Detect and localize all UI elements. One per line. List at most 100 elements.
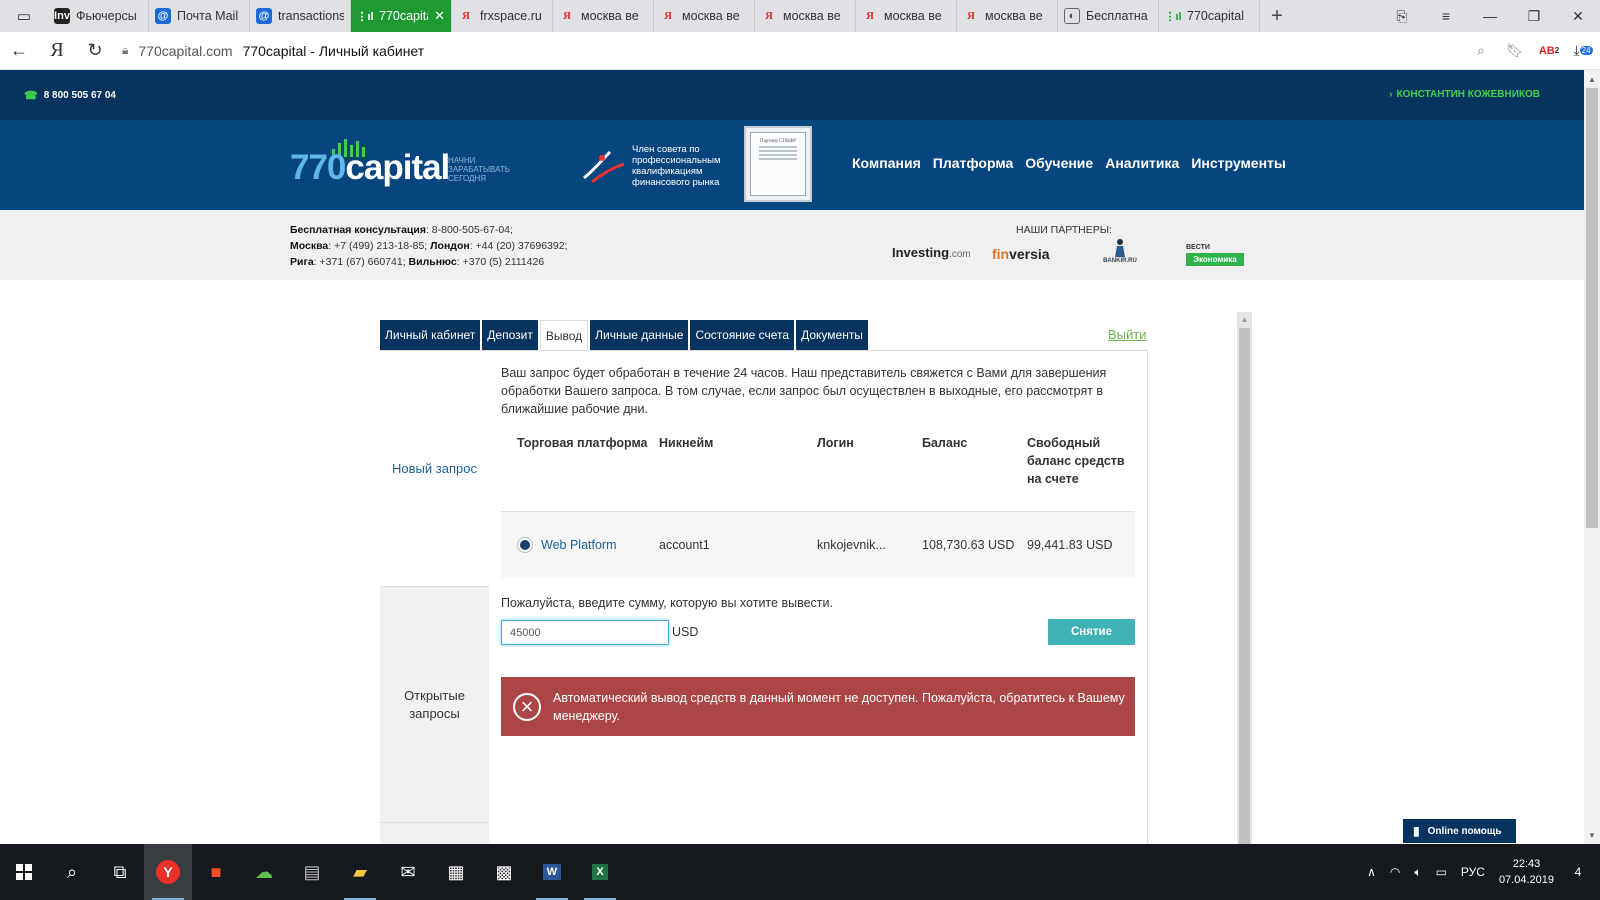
mail-taskbar-icon[interactable]: ✉ <box>384 844 432 900</box>
new-tab-button[interactable]: + <box>1260 0 1294 32</box>
tab-moscow-3[interactable]: Ямосква ве <box>755 0 856 32</box>
volume-icon[interactable]: 🔈︎ <box>1414 865 1421 880</box>
side-open-requests[interactable]: Открытые запросы <box>380 586 489 822</box>
tab-frxspace[interactable]: Яfrxspace.ru <box>452 0 553 32</box>
explorer-taskbar-icon[interactable]: ▰ <box>336 844 384 900</box>
tab-withdraw[interactable]: Вывод <box>539 320 589 351</box>
tab-personal-data[interactable]: Личные данные <box>590 320 689 350</box>
excel-taskbar-icon[interactable]: X <box>576 844 624 900</box>
tabs-menu-icon[interactable]: ▭ <box>0 0 48 32</box>
certificate-image[interactable]: Партнер СПКФР <box>744 126 812 202</box>
tab-moscow-4[interactable]: Ямосква ве <box>856 0 957 32</box>
partner-banki-logo[interactable]: BANKIR.RU <box>1103 238 1137 268</box>
bookmark-manager-icon[interactable]: ⎘ <box>1380 0 1424 32</box>
header-balance: Баланс <box>922 436 968 450</box>
close-tab-icon[interactable]: ✕ <box>434 8 445 24</box>
start-button[interactable] <box>0 844 48 900</box>
back-button[interactable]: ← <box>0 32 38 70</box>
calendar-icon: ▦ <box>447 861 465 882</box>
tab-mail[interactable]: @ Почта Mail <box>149 0 250 32</box>
partner-finversia-logo[interactable]: finversia <box>992 246 1050 262</box>
yandex-favicon: Я <box>866 10 874 22</box>
tab-moscow-2[interactable]: Ямосква ве <box>654 0 755 32</box>
yandex-favicon: Я <box>462 10 470 22</box>
page-scroll-down-icon[interactable]: ▼ <box>1584 828 1600 842</box>
amount-input[interactable] <box>501 620 669 645</box>
restore-button[interactable]: ❐ <box>1512 0 1556 32</box>
account-radio[interactable] <box>517 537 533 553</box>
nav-platform[interactable]: Платформа <box>933 155 1014 171</box>
tab-770capital-active[interactable]: ⋮ıl770capital✕ <box>351 0 452 32</box>
site-logo[interactable]: 770capital <box>290 148 450 188</box>
clock[interactable]: 22:43 07.04.2019 <box>1499 856 1554 888</box>
chevron-up-icon[interactable]: ∧ <box>1367 865 1376 879</box>
tab-moscow-5[interactable]: Ямосква ве <box>957 0 1058 32</box>
online-help-button[interactable]: ▮ Online помощь <box>1403 819 1516 843</box>
london-phone: : +44 (20) 37696392; <box>469 240 568 252</box>
cloud-app-taskbar-icon[interactable]: ☁ <box>240 844 288 900</box>
logo-tagline: НАЧНИ ЗАРАБАТЫВАТЬ СЕГОДНЯ <box>448 156 510 183</box>
reload-button[interactable]: ↻ <box>76 32 114 70</box>
riga-label: Рига <box>290 256 314 268</box>
inner-scrollbar-thumb[interactable] <box>1239 328 1250 844</box>
table-row[interactable]: Web Platform account1 knkojevnik... 108,… <box>501 512 1135 578</box>
stack-app-taskbar-icon[interactable]: ▤ <box>288 844 336 900</box>
word-icon: W <box>542 864 562 880</box>
tab-personal-cabinet[interactable]: Личный кабинет <box>380 320 481 350</box>
store-taskbar-icon[interactable]: ■ <box>192 844 240 900</box>
contacts-line-3: Рига: +371 (67) 660741; Вильнюс: +370 (5… <box>290 254 568 270</box>
downloads-badge: 24 <box>1579 46 1593 55</box>
wifi-icon[interactable]: ◠ <box>1390 865 1400 879</box>
bookmark-icon[interactable]: 🔖︎ <box>1498 42 1532 59</box>
council-logo-icon <box>583 150 625 184</box>
calculator-taskbar-icon[interactable]: ▩ <box>480 844 528 900</box>
task-view-icon[interactable]: ⧉ <box>96 844 144 900</box>
tab-deposit[interactable]: Депозит <box>482 320 538 350</box>
nav-company[interactable]: Компания <box>852 155 921 171</box>
tab-futures[interactable]: Inv Фьючерсы <box>48 0 149 32</box>
tab-transactions[interactable]: @ transactions <box>250 0 351 32</box>
tab-moscow-1[interactable]: Ямосква ве <box>553 0 654 32</box>
search-taskbar-icon[interactable]: ⌕ <box>48 844 96 900</box>
error-close-icon: × <box>513 692 541 721</box>
word-taskbar-icon[interactable]: W <box>528 844 576 900</box>
url-field[interactable]: 🔒︎ 770capital.com 770capital - Личный ка… <box>114 36 1464 66</box>
downloads-icon[interactable]: ⤓ 24 <box>1566 42 1600 59</box>
page-scroll-up-icon[interactable]: ▲ <box>1584 72 1600 86</box>
header-phone[interactable]: ☎ 8 800 505 67 04 <box>24 89 116 102</box>
browser-menu-icon[interactable]: ≡ <box>1424 0 1468 32</box>
yandex-favicon: Я <box>664 10 672 22</box>
partner-investing-logo[interactable]: Investing.com <box>892 245 971 260</box>
battery-icon[interactable]: ▭ <box>1436 865 1447 879</box>
language-indicator[interactable]: РУС <box>1461 865 1485 879</box>
user-profile-link[interactable]: › КОНСТАНТИН КОЖЕВНИКОВ <box>1389 89 1540 100</box>
page-scrollbar-thumb[interactable] <box>1586 88 1598 528</box>
nav-analytics[interactable]: Аналитика <box>1105 155 1179 171</box>
close-window-button[interactable]: ✕ <box>1556 0 1600 32</box>
globe-favicon: ◐ <box>1064 8 1080 24</box>
nav-education[interactable]: Обучение <box>1025 155 1093 171</box>
logout-link[interactable]: Выйти <box>1108 327 1147 342</box>
side-new-request[interactable]: Новый запрос <box>380 351 489 586</box>
tab-account-status[interactable]: Состояние счета <box>690 320 795 350</box>
withdraw-button[interactable]: Снятие <box>1048 619 1135 645</box>
calculator-icon: ▩ <box>495 861 513 882</box>
inner-scroll-up-icon[interactable]: ▲ <box>1237 312 1252 326</box>
nav-tools[interactable]: Инструменты <box>1191 155 1286 171</box>
stack-icon: ▤ <box>303 861 321 882</box>
yandex-browser-taskbar-icon[interactable]: Y <box>144 844 192 900</box>
yandex-favicon: Я <box>967 10 975 22</box>
certificate-frame: Партнер СПКФР <box>750 132 806 196</box>
calendar-taskbar-icon[interactable]: ▦ <box>432 844 480 900</box>
search-icon[interactable]: ⌕ <box>1464 42 1498 59</box>
tab-documents[interactable]: Документы <box>796 320 868 350</box>
tab-free[interactable]: ◐ Бесплатна <box>1058 0 1159 32</box>
adblock-icon[interactable]: AB 2 <box>1532 45 1566 57</box>
vesti-top: ВЕСТИ <box>1186 244 1210 251</box>
770capital-favicon: ⋮ıl <box>356 10 374 23</box>
partner-vesti-logo[interactable]: ВЕСТИ Экономика <box>1186 238 1244 266</box>
tab-770capital-2[interactable]: ⋮ıl 770capital <box>1159 0 1260 32</box>
notifications-icon[interactable]: 4 <box>1568 862 1588 882</box>
minimize-button[interactable]: — <box>1468 0 1512 32</box>
yandex-button[interactable]: Я <box>38 32 76 70</box>
